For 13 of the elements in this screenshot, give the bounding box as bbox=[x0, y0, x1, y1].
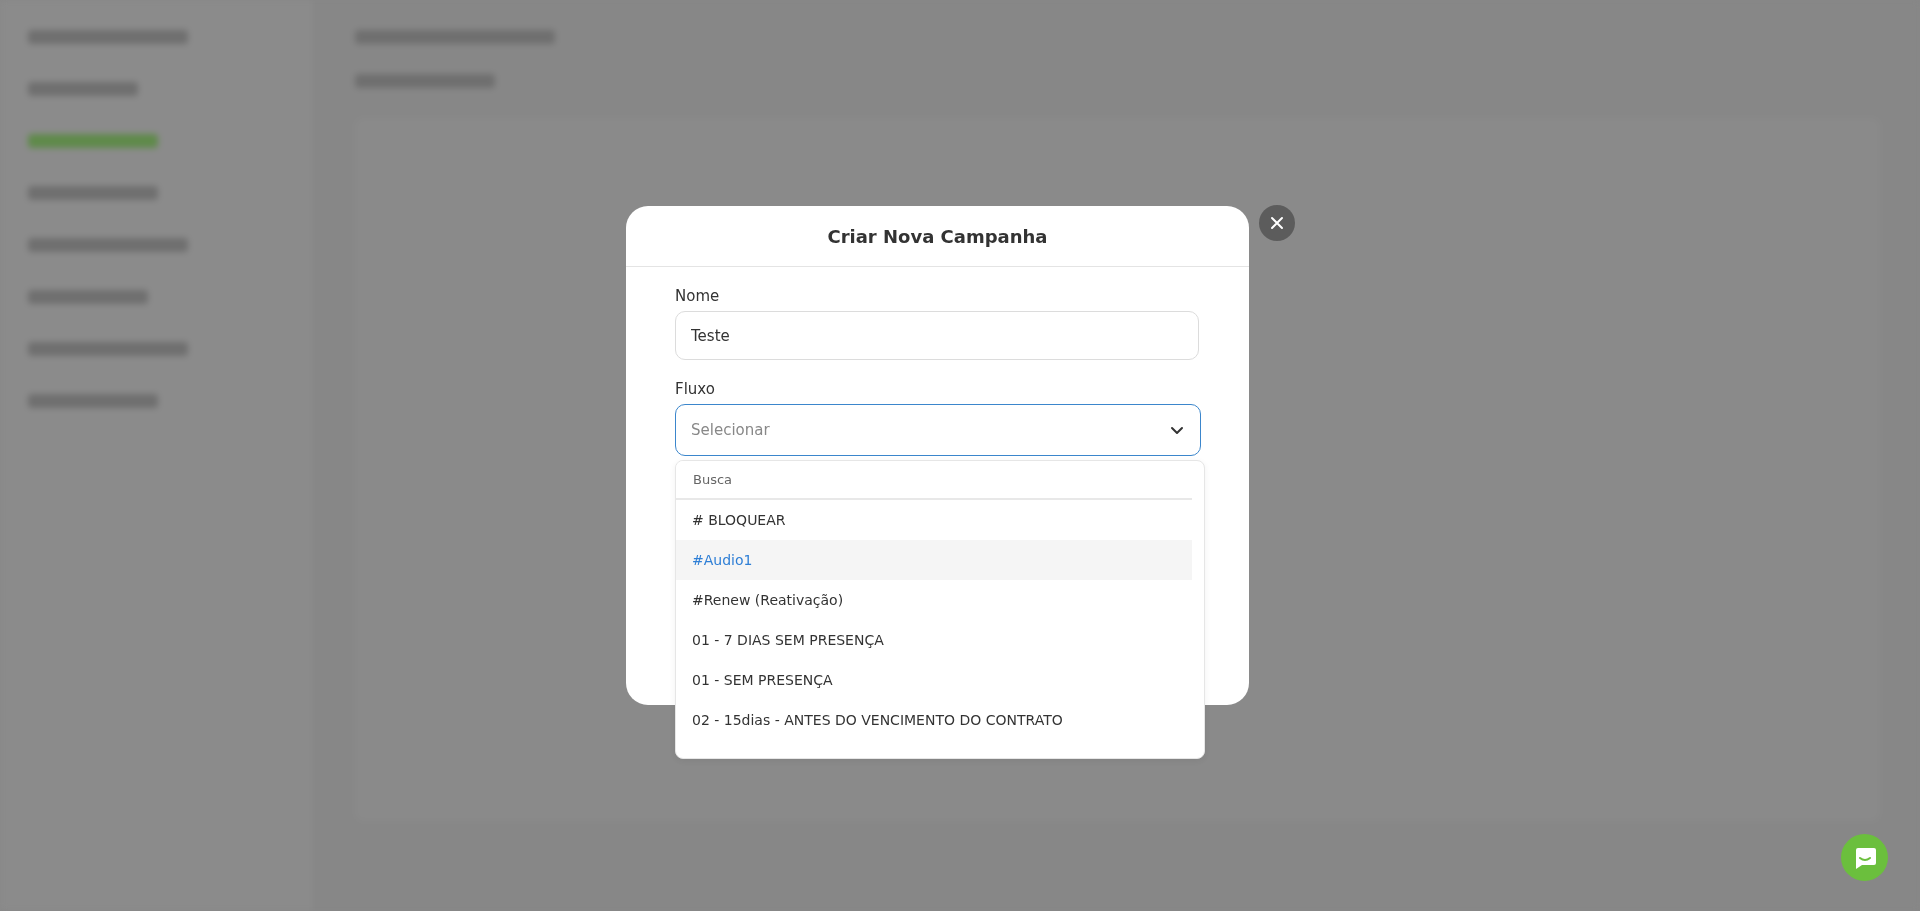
field-label: Nome bbox=[675, 287, 721, 305]
dropdown-option[interactable]: #Renew (Reativação) bbox=[676, 580, 1192, 620]
dropdown-option[interactable]: 01 - SEM PRESENÇA bbox=[676, 660, 1192, 700]
dropdown-option[interactable]: #Audio1 bbox=[676, 540, 1192, 580]
close-icon bbox=[1270, 216, 1284, 230]
dropdown-option[interactable]: 02 - 15dias - ANTES DO VENCIMENTO DO CONTRATO bbox=[676, 700, 1192, 740]
flow-select[interactable]: Selecionar bbox=[675, 404, 1201, 456]
field-label: Fluxo bbox=[675, 380, 716, 398]
search-field[interactable]: Busca bbox=[676, 461, 1192, 500]
dropdown-option[interactable]: # BLOQUEAR bbox=[676, 500, 1192, 540]
dropdown-option[interactable]: 01 - 7 DIAS SEM PRESENÇA bbox=[676, 620, 1192, 660]
name-input[interactable]: Teste bbox=[675, 311, 1199, 360]
dialog-title: Criar Nova Campanha bbox=[827, 225, 1048, 247]
